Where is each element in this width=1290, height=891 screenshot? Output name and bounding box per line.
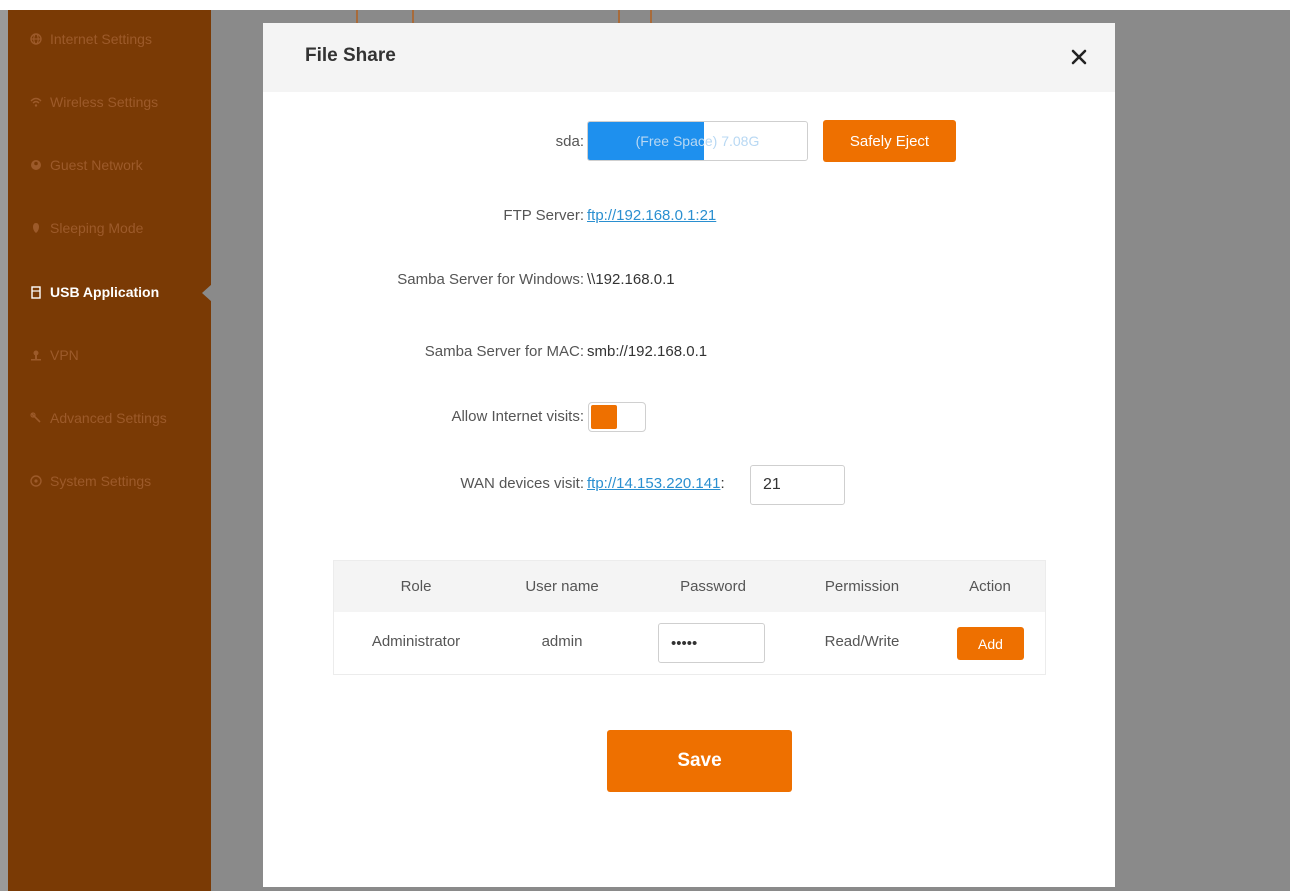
- wan-separator: :: [720, 475, 725, 492]
- column-header-password: Password: [680, 578, 746, 595]
- sidebar-item-sleeping-mode[interactable]: Sleeping Mode: [8, 208, 211, 248]
- role-cell: Administrator: [371, 633, 461, 650]
- samba-windows-label: Samba Server for Windows:: [397, 271, 584, 288]
- sidebar-item-label: Wireless Settings: [50, 94, 159, 110]
- wrench-icon: [30, 412, 42, 424]
- column-header-permission: Permission: [824, 578, 900, 595]
- ftp-row: FTP Server: ftp://192.168.0.1:21: [263, 201, 1115, 231]
- safely-eject-button[interactable]: Safely Eject: [823, 120, 956, 162]
- samba-mac-label: Samba Server for MAC:: [424, 343, 584, 360]
- sidebar-item-label: Sleeping Mode: [50, 220, 144, 236]
- samba-mac-row: Samba Server for MAC: smb://192.168.0.1: [263, 337, 1115, 367]
- table-header: Role User name Password Permission Actio…: [334, 561, 1045, 612]
- window-edge: [0, 10, 8, 891]
- column-header-role: Role: [400, 578, 432, 595]
- sidebar: Internet Settings Wireless Settings Gues…: [8, 10, 212, 891]
- sidebar-item-label: Internet Settings: [50, 31, 152, 47]
- sidebar-item-wireless-settings[interactable]: Wireless Settings: [8, 82, 211, 122]
- guest-icon: [30, 159, 42, 171]
- username-cell: admin: [541, 633, 583, 650]
- dialog-title: File Share: [305, 45, 396, 66]
- free-space-text: (Free Space) 7.08G: [635, 133, 760, 149]
- sidebar-item-label: VPN: [50, 347, 79, 363]
- samba-mac-value: smb://192.168.0.1: [587, 343, 708, 360]
- gear-icon: [30, 475, 42, 487]
- ftp-server-link[interactable]: ftp://192.168.0.1:21: [587, 207, 716, 224]
- ftp-server-label: FTP Server:: [503, 207, 584, 224]
- samba-windows-row: Samba Server for Windows: \\192.168.0.1: [263, 265, 1115, 295]
- wifi-icon: [30, 96, 42, 108]
- storage-progress-bar: (Free Space) 7.08G: [587, 121, 808, 161]
- sidebar-item-system-settings[interactable]: System Settings: [8, 461, 211, 501]
- samba-windows-value: \\192.168.0.1: [587, 271, 675, 288]
- usb-icon: [30, 285, 42, 299]
- wan-ftp-link[interactable]: ftp://14.153.220.141: [587, 475, 720, 492]
- password-input[interactable]: [658, 623, 765, 663]
- sidebar-item-label: System Settings: [50, 473, 152, 489]
- wan-address: ftp://14.153.220.141:: [587, 475, 725, 492]
- wan-port-input[interactable]: [750, 465, 845, 505]
- wan-devices-label: WAN devices visit:: [460, 475, 584, 492]
- save-button[interactable]: Save: [607, 730, 792, 792]
- close-icon[interactable]: [1069, 47, 1089, 67]
- add-user-button[interactable]: Add: [957, 627, 1024, 660]
- wan-row: WAN devices visit: ftp://14.153.220.141:: [263, 469, 1115, 499]
- internet-visits-row: Allow Internet visits:: [263, 402, 1115, 432]
- moon-icon: [30, 222, 42, 234]
- internet-visits-label: Allow Internet visits:: [451, 408, 584, 425]
- internet-visits-toggle[interactable]: [588, 402, 646, 432]
- storage-label: sda:: [555, 133, 584, 150]
- sidebar-item-usb-application[interactable]: USB Application: [8, 272, 212, 312]
- sidebar-item-vpn[interactable]: VPN: [8, 335, 211, 375]
- column-header-username: User name: [525, 578, 599, 595]
- dialog-header: File Share: [263, 23, 1115, 92]
- sidebar-item-label: Guest Network: [50, 157, 143, 173]
- globe-icon: [30, 33, 42, 45]
- sidebar-item-advanced-settings[interactable]: Advanced Settings: [8, 398, 211, 438]
- top-bar: [0, 0, 1290, 10]
- sidebar-item-label: Advanced Settings: [50, 410, 167, 426]
- toggle-on-indicator: [591, 405, 617, 429]
- sidebar-item-label: USB Application: [50, 284, 160, 300]
- column-header-action: Action: [969, 578, 1011, 595]
- permission-cell: Read/Write: [824, 633, 900, 650]
- sidebar-item-internet-settings[interactable]: Internet Settings: [8, 19, 211, 59]
- sidebar-item-guest-network[interactable]: Guest Network: [8, 145, 211, 185]
- users-table: Role User name Password Permission Actio…: [333, 560, 1046, 675]
- vpn-icon: [30, 349, 42, 361]
- file-share-dialog: File Share sda: (Free Space) 7.08G Safel…: [263, 23, 1115, 887]
